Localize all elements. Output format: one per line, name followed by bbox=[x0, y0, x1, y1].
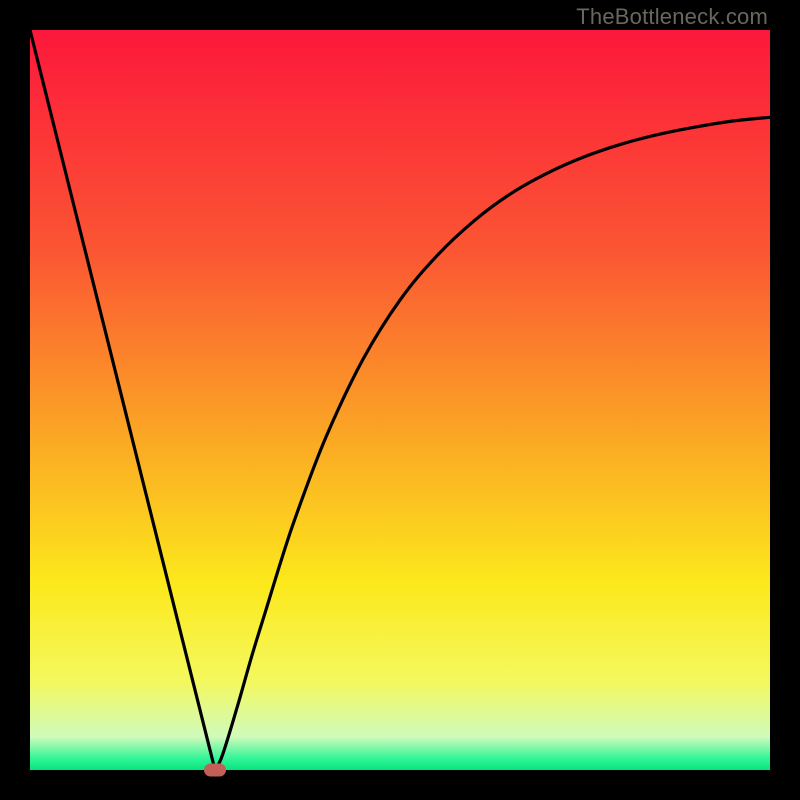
bottleneck-chart bbox=[30, 30, 770, 770]
watermark-text: TheBottleneck.com bbox=[576, 4, 768, 30]
optimal-point-marker bbox=[204, 764, 226, 777]
chart-frame bbox=[30, 30, 770, 770]
gradient-background bbox=[30, 30, 770, 770]
